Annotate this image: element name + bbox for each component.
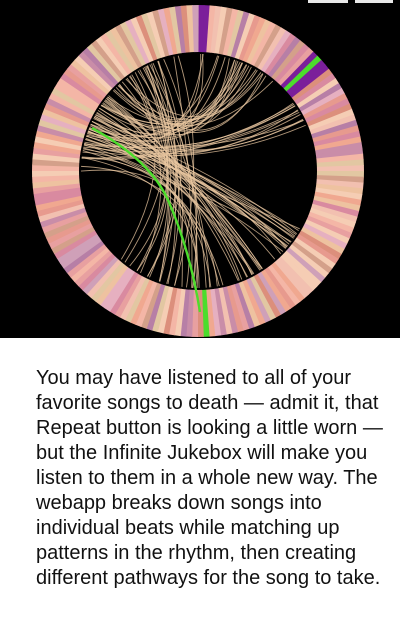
beat-connections [80, 54, 306, 289]
beat-ring-svg [32, 5, 364, 337]
article-paragraph: You may have listened to all of your fav… [36, 367, 383, 589]
jukebox-visualization [0, 0, 400, 338]
